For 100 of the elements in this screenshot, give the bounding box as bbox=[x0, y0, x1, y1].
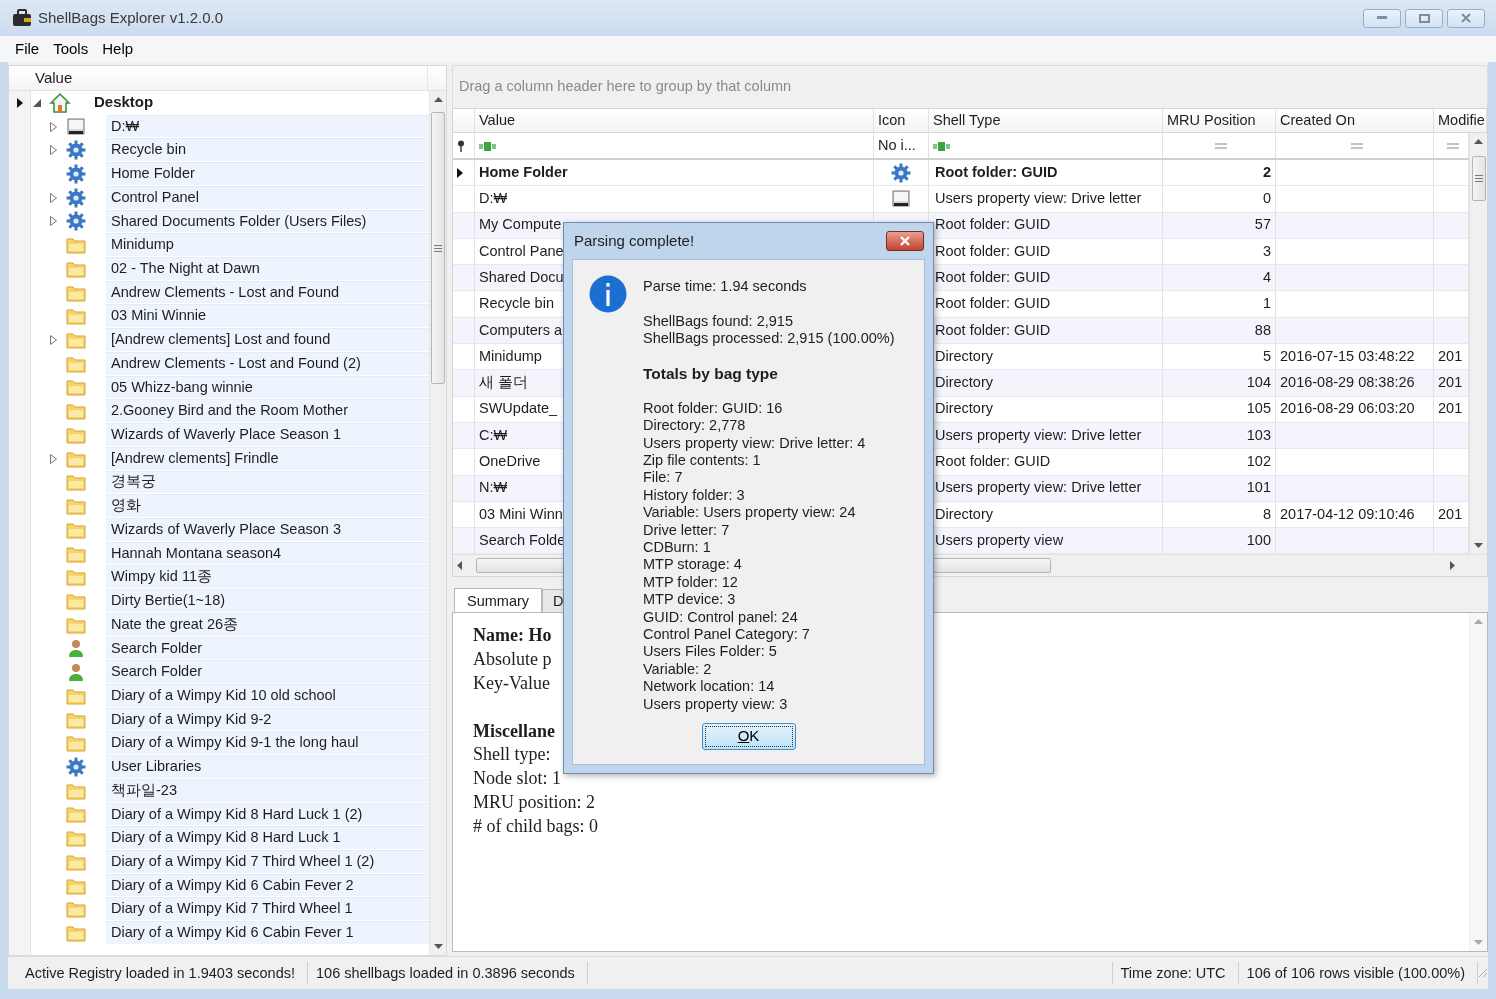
tree-item-label: 05 Whizz-bang winnie bbox=[106, 375, 429, 400]
folder-icon bbox=[66, 473, 86, 492]
detail-line: Node slot: 1 bbox=[473, 767, 561, 791]
scroll-down-arrow-icon[interactable] bbox=[1474, 543, 1483, 549]
shell-type: Directory bbox=[935, 504, 993, 524]
folder-icon bbox=[66, 805, 86, 824]
scrollbar[interactable] bbox=[1469, 133, 1487, 555]
tree-item-label: 책파일-23 bbox=[106, 778, 429, 803]
drive-icon bbox=[891, 188, 911, 209]
scrollbar[interactable] bbox=[429, 91, 446, 955]
shell-type: Root folder: GUID bbox=[935, 294, 1051, 314]
pin-icon bbox=[457, 139, 465, 152]
item-name: 03 Mini Winn bbox=[479, 504, 563, 524]
shell-type: Users property view: Drive letter bbox=[935, 425, 1142, 445]
mru-position: 2 bbox=[1262, 162, 1271, 182]
folder-icon bbox=[66, 331, 86, 350]
maximize-button[interactable] bbox=[1405, 8, 1443, 28]
gear-icon bbox=[66, 757, 86, 777]
column-header[interactable]: Created On bbox=[1276, 109, 1434, 132]
mru-position: 3 bbox=[1262, 241, 1271, 261]
tree-item-label: 경복궁 bbox=[106, 470, 429, 495]
column-header[interactable]: Modifie bbox=[1434, 109, 1487, 132]
menu-item[interactable]: File bbox=[8, 37, 47, 61]
column-header[interactable]: Shell Type bbox=[929, 109, 1163, 132]
status-text: Active Registry loaded in 1.9403 seconds! bbox=[17, 962, 309, 984]
filter-value[interactable]: No i... bbox=[878, 134, 916, 157]
expand-arrow-icon[interactable] bbox=[50, 121, 57, 132]
item-name: My Compute bbox=[479, 215, 562, 235]
resize-grip-icon bbox=[1478, 968, 1488, 978]
expand-arrow-icon[interactable] bbox=[50, 145, 57, 156]
gear-icon bbox=[66, 187, 86, 208]
scroll-down-arrow-icon[interactable] bbox=[433, 944, 443, 949]
grid-row[interactable]: Home Folder Root folder: GUID 2 bbox=[453, 160, 1469, 187]
folder-icon bbox=[66, 734, 86, 753]
tree-item-label: D:₩ bbox=[106, 114, 429, 139]
column-header[interactable]: Icon bbox=[874, 109, 929, 132]
item-name: Minidump bbox=[479, 346, 542, 366]
app-icon bbox=[12, 9, 32, 27]
close-button[interactable] bbox=[886, 231, 924, 251]
folder-icon bbox=[66, 425, 86, 444]
scroll-left-arrow-icon[interactable] bbox=[457, 561, 462, 571]
message-line: Users property view: Drive letter: 4 bbox=[643, 434, 867, 452]
folder-icon bbox=[66, 710, 86, 729]
mru-position: 100 bbox=[1246, 530, 1271, 550]
tree-item-label: Search Folder bbox=[106, 636, 429, 661]
folder-icon bbox=[66, 781, 86, 800]
tab[interactable]: Summary bbox=[454, 588, 543, 614]
mru-position: 101 bbox=[1246, 478, 1271, 498]
folder-icon bbox=[66, 449, 86, 468]
mru-position: 57 bbox=[1254, 215, 1271, 235]
expand-arrow-icon[interactable] bbox=[50, 335, 57, 346]
scroll-up-arrow-icon[interactable] bbox=[1474, 139, 1483, 144]
column-header[interactable]: MRU Position bbox=[1163, 109, 1276, 132]
expand-arrow-icon[interactable] bbox=[50, 453, 57, 464]
maximize-icon bbox=[1418, 13, 1430, 23]
expand-arrow-icon[interactable] bbox=[50, 216, 57, 227]
created-date: 2016-07-15 03:48:22 bbox=[1280, 346, 1415, 366]
modified-date: 201 bbox=[1438, 373, 1463, 393]
message-line: Variable: 2 bbox=[643, 660, 713, 679]
gear-icon bbox=[891, 162, 911, 183]
shell-type: Users property view bbox=[935, 530, 1064, 550]
scroll-up-arrow-icon[interactable] bbox=[433, 97, 443, 102]
window-title: ShellBags Explorer v1.2.0.0 bbox=[38, 7, 224, 28]
detail-line: Absolute p bbox=[473, 648, 552, 672]
message-line: Users Files Folder: 5 bbox=[643, 643, 778, 661]
text-filter-icon[interactable] bbox=[479, 140, 497, 151]
folder-icon bbox=[66, 829, 86, 848]
detail-heading: Name: Ho bbox=[473, 624, 552, 648]
scrollbar-thumb[interactable] bbox=[431, 112, 445, 384]
tree-item-label: Diary of a Wimpy Kid 8 Hard Luck 1 (2) bbox=[106, 802, 429, 827]
item-name: Recycle bin bbox=[479, 294, 554, 314]
tree-item-label: Diary of a Wimpy Kid 7 Third Wheel 1 bbox=[106, 897, 429, 922]
scrollbar-thumb[interactable] bbox=[1471, 156, 1486, 201]
user-icon bbox=[66, 662, 86, 683]
menu-item[interactable]: Help bbox=[95, 37, 141, 61]
modified-date: 201 bbox=[1438, 346, 1463, 366]
minimize-button[interactable] bbox=[1363, 8, 1401, 28]
mru-position: 5 bbox=[1262, 346, 1271, 366]
menu-item[interactable]: Tools bbox=[46, 37, 96, 61]
created-date: 2017-04-12 09:10:46 bbox=[1280, 504, 1415, 524]
folder-icon bbox=[66, 686, 86, 705]
tree-item-label: Diary of a Wimpy Kid 6 Cabin Fever 1 bbox=[106, 921, 429, 945]
ok-button[interactable]: OK bbox=[701, 723, 796, 751]
folder-icon bbox=[66, 544, 86, 563]
tree-item-label: [Andrew clements] Frindle bbox=[106, 446, 429, 471]
grid-row[interactable]: D:₩ Users property view: Drive letter 0 bbox=[453, 186, 1469, 213]
tree-item-label: Shared Documents Folder (Users Files) bbox=[106, 209, 429, 234]
shell-type: Users property view: Drive letter bbox=[935, 478, 1142, 498]
scroll-right-arrow-icon[interactable] bbox=[1450, 561, 1455, 571]
expanded-arrow-icon[interactable] bbox=[33, 98, 41, 107]
text-filter-icon[interactable] bbox=[933, 140, 951, 151]
gear-icon bbox=[66, 140, 86, 161]
column-header[interactable]: Value bbox=[475, 109, 874, 132]
message-line: Network location: 14 bbox=[643, 678, 776, 696]
tree-item-label: Diary of a Wimpy Kid 7 Third Wheel 1 (2) bbox=[106, 850, 429, 874]
detail-line: MRU position: 2 bbox=[473, 791, 596, 815]
mru-position: 1 bbox=[1262, 294, 1271, 314]
folder-icon bbox=[66, 520, 86, 539]
expand-arrow-icon[interactable] bbox=[50, 192, 57, 203]
grip-icon bbox=[1474, 175, 1483, 182]
